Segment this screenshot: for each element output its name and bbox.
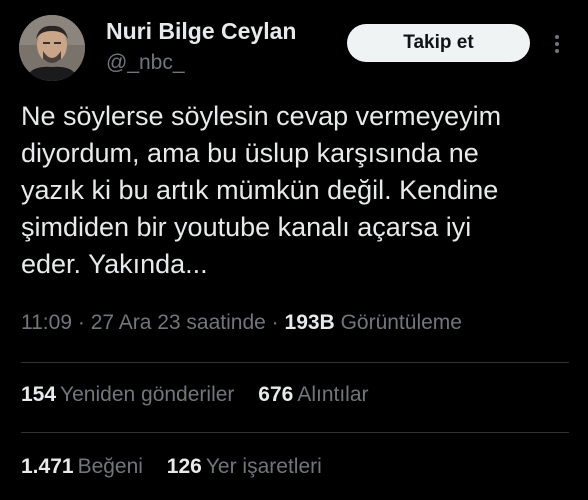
dot [555, 42, 559, 46]
divider [21, 362, 569, 363]
view-label: Görüntüleme [340, 311, 462, 334]
more-vertical-icon[interactable] [545, 28, 569, 60]
tweet-text-line: eder. Yakında... [21, 249, 208, 279]
likes-label: Beğeni [77, 455, 143, 478]
tweet-text-line: diyordum, ama bu üslup karşısında ne [21, 138, 479, 168]
tweet-text-line: yazık ki bu artık mümkün değil. Kendine [21, 175, 499, 205]
likes-count: 1.471 [21, 455, 74, 478]
dot [555, 35, 559, 39]
bookmarks-stat[interactable]: 126 Yer işaretleri [167, 455, 322, 479]
likes-stat[interactable]: 1.471 Beğeni [21, 455, 143, 479]
bookmarks-count: 126 [166, 455, 202, 478]
tweet-text: Ne söylerse söylesin cevap vermeyeyim di… [21, 98, 566, 283]
tweet-text-line: şimdiden bir youtube kanalı açarsa iyi [21, 212, 472, 242]
dot [555, 49, 559, 53]
view-count: 193B [284, 311, 335, 334]
engagement-row: 154 Yeniden gönderiler 676 Alıntılar [21, 383, 387, 407]
meta-separator: · [77, 311, 85, 334]
tweet-header: Nuri Bilge Ceylan @_nbc_ Takip et [0, 0, 588, 90]
reposts-label: Yeniden gönderiler [60, 383, 235, 406]
quotes-stat[interactable]: 676 Alıntılar [258, 383, 368, 407]
quotes-label: Alıntılar [297, 383, 369, 406]
reposts-stat[interactable]: 154 Yeniden gönderiler [21, 383, 234, 407]
author-name[interactable]: Nuri Bilge Ceylan [106, 18, 296, 45]
tweet-meta: 11:09 · 27 Ara 23 saatinde · 193B Görünt… [21, 311, 462, 335]
meta-separator: · [271, 311, 279, 334]
follow-button[interactable]: Takip et [347, 24, 530, 62]
tweet-date[interactable]: 27 Ara 23 saatinde [91, 311, 266, 334]
quotes-count: 676 [258, 383, 294, 406]
engagement-row: 1.471 Beğeni 126 Yer işaretleri [21, 455, 340, 479]
tweet-text-line: Ne söylerse söylesin cevap vermeyeyim [21, 101, 502, 131]
bookmarks-label: Yer işaretleri [205, 455, 322, 478]
avatar-photo [19, 15, 85, 81]
reposts-count: 154 [21, 383, 57, 406]
author-handle[interactable]: @_nbc_ [106, 51, 185, 75]
tweet-time[interactable]: 11:09 [21, 311, 72, 334]
divider [21, 432, 569, 433]
avatar[interactable] [19, 15, 85, 81]
